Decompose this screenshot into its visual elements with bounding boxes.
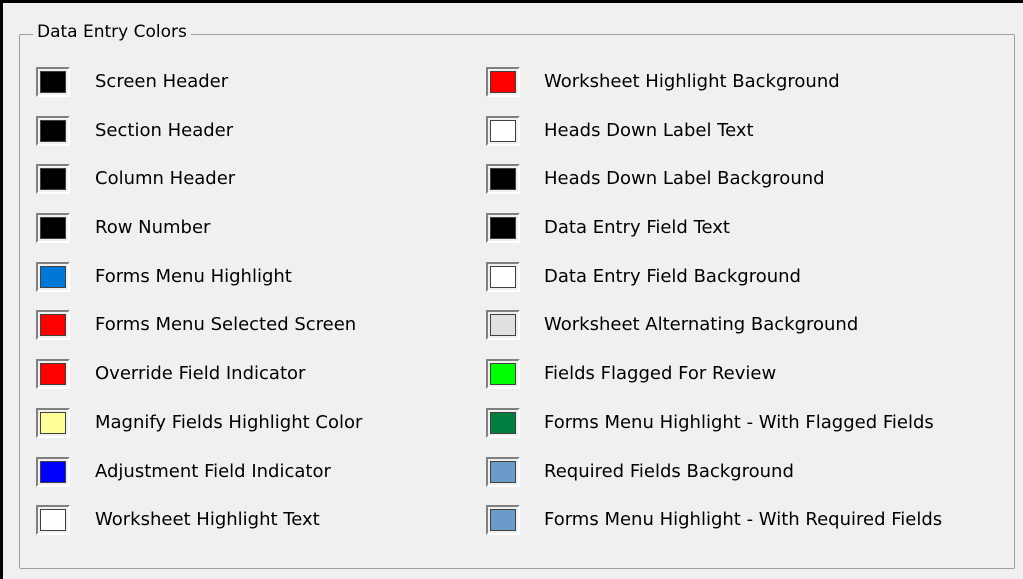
color-swatch-worksheet-highlight-background[interactable] — [486, 67, 520, 97]
color-swatch-magnify-fields-highlight-color[interactable] — [36, 407, 70, 438]
color-swatch-fill — [490, 509, 516, 532]
color-setting-label: Fields Flagged For Review — [544, 363, 777, 385]
color-swatch-worksheet-alternating-background[interactable] — [486, 310, 520, 341]
color-swatch-required-fields-background[interactable] — [486, 456, 520, 487]
data-entry-colors-groupbox — [19, 34, 1015, 569]
color-swatch-fields-flagged-for-review[interactable] — [486, 359, 520, 390]
color-swatch-fill — [40, 363, 66, 386]
color-setting-label: Forms Menu Selected Screen — [95, 314, 357, 336]
color-setting-label: Data Entry Field Background — [544, 265, 801, 287]
color-swatch-override-field-indicator[interactable] — [36, 359, 70, 390]
color-setting-label: Row Number — [95, 217, 211, 239]
color-swatch-fill — [40, 217, 66, 240]
color-setting-label: Column Header — [95, 168, 236, 190]
color-swatch-worksheet-highlight-text[interactable] — [36, 505, 70, 536]
color-swatch-forms-menu-highlight-with-required-fields[interactable] — [486, 505, 520, 536]
color-swatch-fill — [490, 168, 516, 191]
color-swatch-fill — [490, 314, 516, 337]
groupbox-title: Data Entry Colors — [33, 21, 191, 43]
color-setting-label: Forms Menu Highlight — [95, 265, 292, 287]
color-swatch-fill — [40, 411, 66, 434]
color-swatch-data-entry-field-background[interactable] — [486, 261, 520, 292]
color-swatch-forms-menu-highlight[interactable] — [36, 261, 70, 292]
color-swatch-fill — [490, 363, 516, 386]
color-swatch-heads-down-label-background[interactable] — [486, 164, 520, 195]
color-setting-label: Worksheet Alternating Background — [544, 314, 859, 336]
color-swatch-fill — [490, 217, 516, 240]
color-setting-label: Adjustment Field Indicator — [95, 460, 331, 482]
color-swatch-forms-menu-selected-screen[interactable] — [36, 310, 70, 341]
color-swatch-fill — [490, 460, 516, 483]
color-swatch-fill — [40, 509, 66, 532]
color-setting-label: Heads Down Label Background — [544, 168, 825, 190]
color-setting-label: Worksheet Highlight Text — [95, 509, 320, 531]
color-swatch-heads-down-label-text[interactable] — [486, 115, 520, 146]
color-swatch-forms-menu-highlight-with-flagged-fields[interactable] — [486, 407, 520, 438]
color-setting-label: Data Entry Field Text — [544, 217, 730, 239]
color-swatch-adjustment-field-indicator[interactable] — [36, 456, 70, 487]
color-swatch-fill — [40, 168, 66, 191]
color-setting-label: Worksheet Highlight Background — [544, 71, 840, 92]
color-swatch-fill — [40, 71, 66, 93]
color-swatch-fill — [40, 119, 66, 142]
color-swatch-screen-header[interactable] — [36, 67, 70, 97]
color-setting-label: Required Fields Background — [544, 460, 794, 482]
color-setting-label: Forms Menu Highlight - With Required Fie… — [544, 509, 943, 531]
color-setting-label: Magnify Fields Highlight Color — [95, 411, 363, 433]
color-swatch-fill — [40, 265, 66, 288]
color-swatch-data-entry-field-text[interactable] — [486, 213, 520, 244]
color-swatch-fill — [40, 460, 66, 483]
color-swatch-fill — [490, 265, 516, 288]
color-swatch-fill — [40, 314, 66, 337]
color-swatch-column-header[interactable] — [36, 164, 70, 195]
color-setting-label: Override Field Indicator — [95, 363, 306, 385]
color-swatch-fill — [490, 71, 516, 93]
color-swatch-fill — [490, 119, 516, 142]
color-swatch-fill — [490, 411, 516, 434]
color-setting-label: Screen Header — [95, 71, 229, 92]
color-setting-label: Section Header — [95, 119, 234, 141]
color-swatch-row-number[interactable] — [36, 213, 70, 244]
color-setting-label: Forms Menu Highlight - With Flagged Fiel… — [544, 411, 934, 433]
color-setting-label: Heads Down Label Text — [544, 119, 754, 141]
color-swatch-section-header[interactable] — [36, 115, 70, 146]
